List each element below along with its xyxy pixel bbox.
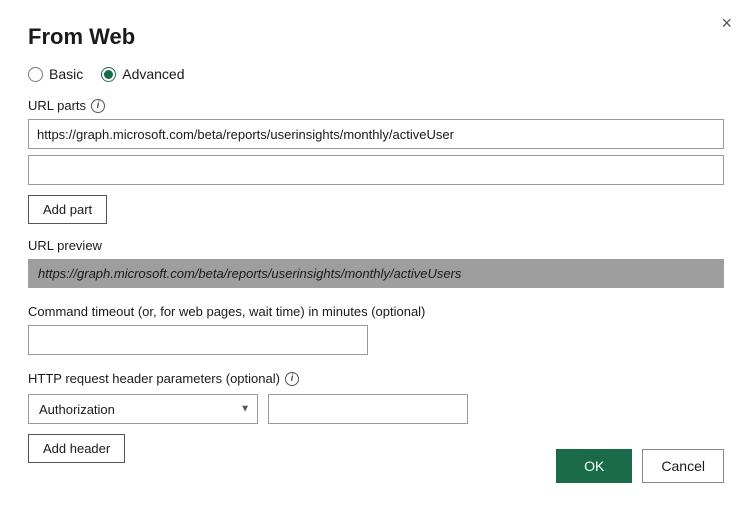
authorization-select[interactable]: Authorization Content-Type Accept X-Api-… [28, 394, 258, 424]
url-preview-value: https://graph.microsoft.com/beta/reports… [28, 259, 724, 288]
radio-advanced-label[interactable]: Advanced [101, 66, 184, 82]
radio-group: Basic Advanced [28, 66, 724, 82]
url-parts-info-icon: i [91, 99, 105, 113]
url-parts-label: URL parts i [28, 98, 724, 113]
radio-advanced-text: Advanced [122, 66, 184, 82]
cancel-button[interactable]: Cancel [642, 449, 724, 483]
radio-basic[interactable] [28, 67, 43, 82]
radio-advanced[interactable] [101, 67, 116, 82]
header-select-wrap: Authorization Content-Type Accept X-Api-… [28, 394, 258, 424]
close-button[interactable]: × [715, 12, 738, 34]
from-web-dialog: × From Web Basic Advanced URL parts i Ad… [0, 0, 752, 507]
radio-basic-text: Basic [49, 66, 83, 82]
url-preview-label: URL preview [28, 238, 724, 253]
radio-basic-label[interactable]: Basic [28, 66, 83, 82]
dialog-title: From Web [28, 24, 724, 50]
header-value-input[interactable] [268, 394, 468, 424]
add-header-button[interactable]: Add header [28, 434, 125, 463]
url-input-1[interactable] [28, 119, 724, 149]
http-header-info-icon: i [285, 372, 299, 386]
url-input-2[interactable] [28, 155, 724, 185]
dialog-footer: OK Cancel [556, 449, 724, 483]
header-row: Authorization Content-Type Accept X-Api-… [28, 394, 724, 424]
command-timeout-input[interactable] [28, 325, 368, 355]
command-timeout-label: Command timeout (or, for web pages, wait… [28, 304, 724, 319]
ok-button[interactable]: OK [556, 449, 632, 483]
add-part-button[interactable]: Add part [28, 195, 107, 224]
http-header-label: HTTP request header parameters (optional… [28, 371, 724, 386]
